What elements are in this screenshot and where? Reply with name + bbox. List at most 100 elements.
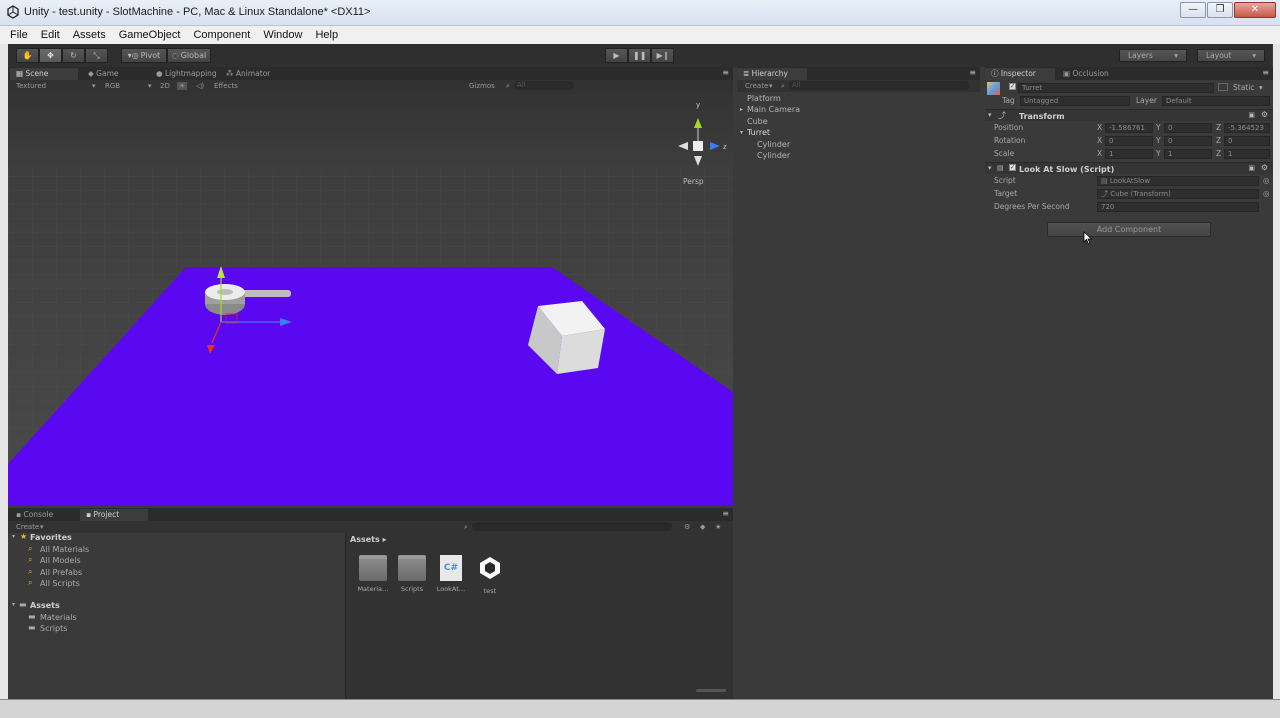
panel-menu-icon[interactable]: ≡ xyxy=(969,68,976,77)
position-z-field[interactable]: -5.364523 xyxy=(1224,123,1270,133)
hierarchy-item-cylinder[interactable]: Cylinder xyxy=(757,151,790,160)
hierarchy-item-cylinder[interactable]: Cylinder xyxy=(757,140,790,149)
rotation-z-field[interactable]: 0 xyxy=(1224,136,1270,146)
tab-game[interactable]: ◆ Game xyxy=(82,68,124,80)
scene-viewport[interactable]: y z Persp xyxy=(8,92,733,505)
collapse-arrow-icon[interactable]: ▾ xyxy=(12,601,15,608)
object-picker-icon[interactable]: ◎ xyxy=(1263,176,1270,185)
filter-by-label-icon[interactable]: ◆ xyxy=(700,523,705,531)
collapse-arrow-icon[interactable]: ▾ xyxy=(988,164,992,172)
persp-label[interactable]: Persp xyxy=(683,177,704,186)
menu-edit[interactable]: Edit xyxy=(39,29,62,41)
favorites-header[interactable]: Favorites xyxy=(30,533,72,542)
favorite-all-scripts[interactable]: All Scripts xyxy=(40,579,80,588)
minimize-button[interactable]: — xyxy=(1180,2,1206,18)
tab-occlusion[interactable]: ▣ Occlusion xyxy=(1057,68,1115,80)
dropdown-arrow-icon[interactable]: ▾ xyxy=(1259,83,1263,92)
maximize-button[interactable]: ❐ xyxy=(1207,2,1233,18)
render-mode-dropdown[interactable]: RGB xyxy=(105,82,120,90)
script-section-header[interactable]: ▾ ▤ ✓ Look At Slow (Script) ▣ ⚙ xyxy=(985,162,1273,174)
assets-folder[interactable]: Assets xyxy=(30,601,60,610)
move-tool-icon[interactable]: ✥ xyxy=(39,48,62,63)
layout-dropdown[interactable]: Layout ▾ xyxy=(1197,49,1265,62)
script-field[interactable]: ▤ LookAtSlow xyxy=(1097,176,1259,186)
create-dropdown[interactable]: Create xyxy=(16,523,39,531)
favorite-all-prefabs[interactable]: All Prefabs xyxy=(40,568,82,577)
collapse-arrow-icon[interactable]: ▾ xyxy=(740,129,743,136)
hierarchy-search-input[interactable]: All xyxy=(789,81,969,90)
object-picker-icon[interactable]: ◎ xyxy=(1263,189,1270,198)
zoom-slider[interactable] xyxy=(696,689,726,692)
menu-assets[interactable]: Assets xyxy=(71,29,108,41)
scale-x-field[interactable]: 1 xyxy=(1105,149,1153,159)
rotate-tool-icon[interactable]: ↻ xyxy=(62,48,85,63)
object-name-field[interactable]: Turret xyxy=(1018,83,1214,93)
hand-tool-icon[interactable]: ✋ xyxy=(16,48,39,63)
transform-section-header[interactable]: ▾ ⤴ Transform ▣ ⚙ xyxy=(985,109,1273,121)
tab-animator[interactable]: ⁂ Animator xyxy=(220,68,276,80)
collapse-arrow-icon[interactable]: ▾ xyxy=(12,533,15,540)
add-component-button[interactable]: Add Component xyxy=(1047,222,1211,237)
asset-item[interactable]: Scripts xyxy=(392,555,432,593)
favorite-star-icon[interactable]: ★ xyxy=(715,523,721,531)
step-button[interactable]: ▶❙ xyxy=(651,48,675,63)
position-y-field[interactable]: 0 xyxy=(1164,123,1212,133)
menu-gameobject[interactable]: GameObject xyxy=(117,29,183,41)
layer-dropdown[interactable]: Default xyxy=(1162,96,1270,106)
asset-item[interactable]: Materia… xyxy=(353,555,393,593)
tag-dropdown[interactable]: Untagged xyxy=(1020,96,1130,106)
static-checkbox[interactable] xyxy=(1218,83,1228,91)
scale-z-field[interactable]: 1 xyxy=(1224,149,1270,159)
rotation-y-field[interactable]: 0 xyxy=(1164,136,1212,146)
pivot-toggle[interactable]: ▾◎ Pivot xyxy=(121,48,167,63)
gizmos-dropdown[interactable]: Gizmos xyxy=(469,82,495,90)
audio-toggle-icon[interactable]: ◁) xyxy=(196,82,204,90)
create-dropdown[interactable]: Create xyxy=(745,82,768,90)
hierarchy-item-main-camera[interactable]: Main Camera xyxy=(747,105,800,114)
menu-file[interactable]: File xyxy=(8,29,30,41)
script-enabled-checkbox[interactable]: ✓ xyxy=(1009,164,1016,171)
close-button[interactable]: ✕ xyxy=(1234,2,1276,18)
rotation-x-field[interactable]: 0 xyxy=(1105,136,1153,146)
panel-menu-icon[interactable]: ≡ xyxy=(722,68,729,77)
layers-dropdown[interactable]: Layers ▾ xyxy=(1119,49,1187,62)
tab-lightmapping[interactable]: ● Lightmapping xyxy=(150,68,223,80)
folder-materials[interactable]: Materials xyxy=(40,613,77,622)
lighting-toggle-icon[interactable]: ☀ xyxy=(177,82,188,90)
target-field[interactable]: ⤴ Cube (Transform) xyxy=(1097,189,1259,199)
collapse-arrow-icon[interactable]: ▾ xyxy=(988,111,992,119)
folder-scripts[interactable]: Scripts xyxy=(40,624,67,633)
help-book-icon[interactable]: ▣ xyxy=(1248,111,1255,119)
menu-window[interactable]: Window xyxy=(261,29,304,41)
scene-search-input[interactable]: All xyxy=(514,81,574,90)
help-book-icon[interactable]: ▣ xyxy=(1248,164,1255,172)
asset-item[interactable]: test xyxy=(470,555,510,595)
pause-button[interactable]: ❚❚ xyxy=(628,48,652,63)
hierarchy-item-turret[interactable]: Turret xyxy=(747,128,770,137)
effects-dropdown[interactable]: Effects xyxy=(214,82,238,90)
project-search-input[interactable] xyxy=(472,522,672,531)
hierarchy-item-platform[interactable]: Platform xyxy=(747,94,781,103)
panel-menu-icon[interactable]: ≡ xyxy=(1262,68,1269,77)
degrees-per-second-field[interactable]: 720 xyxy=(1097,202,1259,212)
2d-toggle[interactable]: 2D xyxy=(160,82,170,90)
gear-icon[interactable]: ⚙ xyxy=(1261,163,1268,172)
assets-breadcrumb[interactable]: Assets ▸ xyxy=(350,535,387,544)
menu-component[interactable]: Component xyxy=(191,29,252,41)
scene-3d-view[interactable]: y z Persp xyxy=(8,92,733,505)
expand-arrow-icon[interactable]: ▸ xyxy=(740,106,743,113)
tab-project[interactable]: ▪ Project xyxy=(80,509,148,521)
hierarchy-item-cube[interactable]: Cube xyxy=(747,117,768,126)
play-button[interactable]: ▶ xyxy=(605,48,628,63)
tab-scene[interactable]: ▦ Scene xyxy=(10,68,78,80)
panel-menu-icon[interactable]: ≡ xyxy=(722,509,729,518)
gear-icon[interactable]: ⚙ xyxy=(1261,110,1268,119)
favorite-all-models[interactable]: All Models xyxy=(40,556,81,565)
tab-inspector[interactable]: ⓘ Inspector xyxy=(985,68,1055,80)
position-x-field[interactable]: -1.586761 xyxy=(1105,123,1153,133)
favorite-all-materials[interactable]: All Materials xyxy=(40,545,89,554)
scale-tool-icon[interactable]: ⤡ xyxy=(85,48,108,63)
filter-by-type-icon[interactable]: ⚙ xyxy=(684,523,690,531)
scale-y-field[interactable]: 1 xyxy=(1164,149,1212,159)
tab-console[interactable]: ▪ Console xyxy=(10,509,74,521)
